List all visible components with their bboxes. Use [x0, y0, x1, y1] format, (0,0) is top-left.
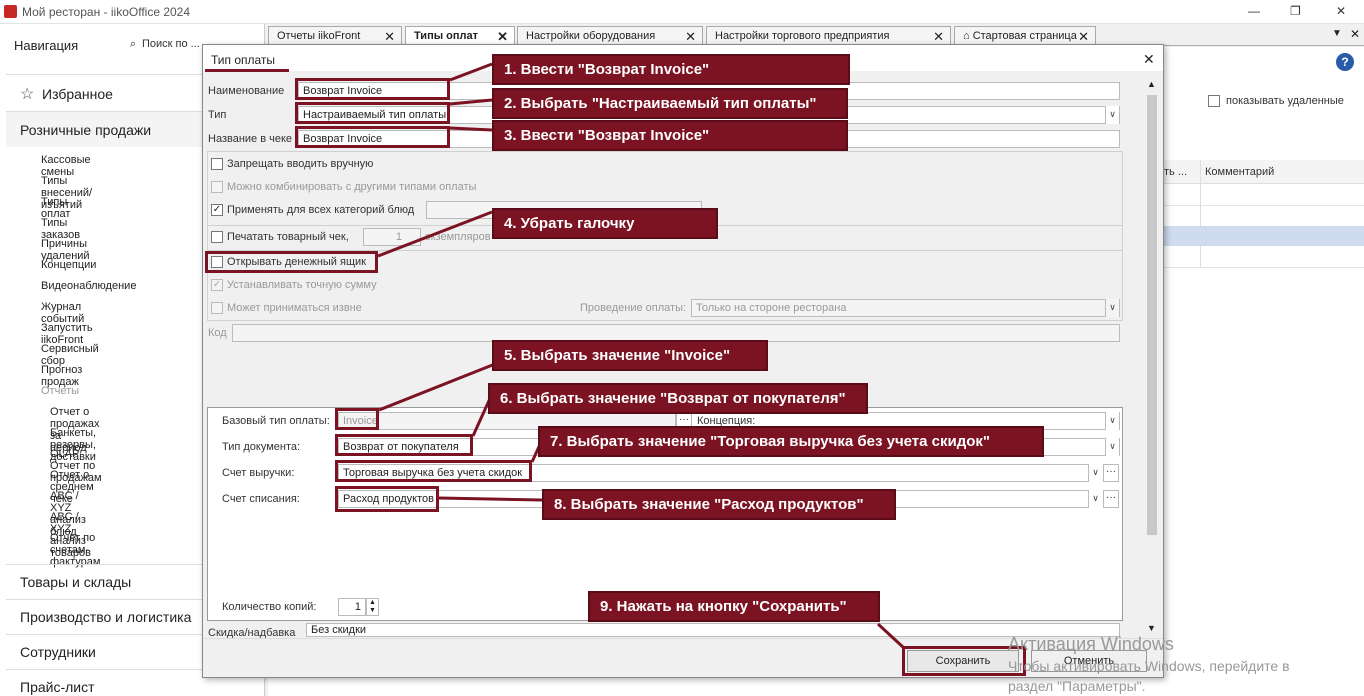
callout-step-7: 7. Выбрать значение "Торговая выручка бе… — [538, 426, 1044, 457]
callout-step-5: 5. Выбрать значение "Invoice" — [492, 340, 768, 371]
callout-step-1: 1. Ввести "Возврат Invoice" — [492, 54, 850, 85]
callout-step-3: 3. Ввести "Возврат Invoice" — [492, 120, 848, 151]
callout-step-4: 4. Убрать галочку — [492, 208, 718, 239]
activation-watermark-title: Активация Windows — [1008, 634, 1174, 654]
activation-watermark-text: Чтобы активировать Windows, перейдите в — [1008, 658, 1290, 674]
callout-step-6: 6. Выбрать значение "Возврат от покупате… — [488, 383, 868, 414]
callout-step-2: 2. Выбрать "Настраиваемый тип оплаты" — [492, 88, 848, 119]
activation-watermark-text2: раздел "Параметры". — [1008, 678, 1146, 694]
callout-step-9: 9. Нажать на кнопку "Сохранить" — [588, 591, 880, 622]
callout-step-8: 8. Выбрать значение "Расход продуктов" — [542, 489, 896, 520]
